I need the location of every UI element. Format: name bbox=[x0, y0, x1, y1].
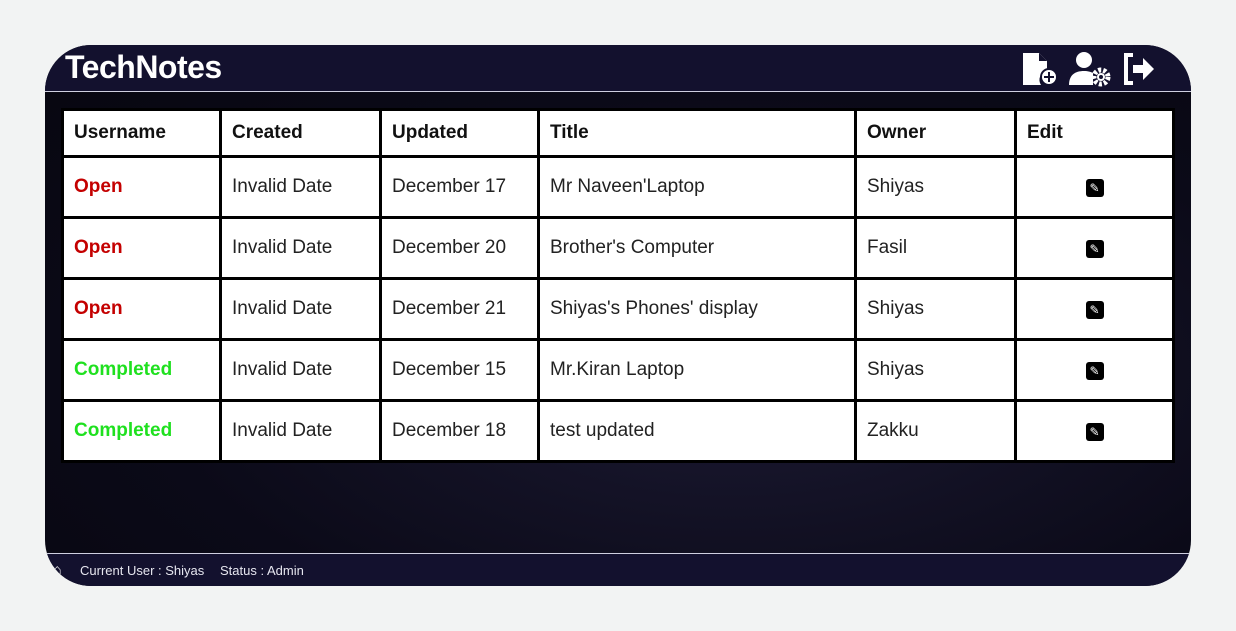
status-cell: Open bbox=[61, 155, 222, 219]
updated-cell: December 18 bbox=[379, 399, 540, 463]
table-row[interactable]: Open Invalid Date December 17 Mr Naveen'… bbox=[61, 155, 1175, 219]
app-window: TechNotes Username Created Updated Title… bbox=[45, 45, 1191, 586]
edit-icon[interactable]: ✎ bbox=[1085, 240, 1104, 258]
edit-cell: ✎ bbox=[1014, 155, 1175, 219]
updated-cell: December 20 bbox=[379, 216, 540, 280]
header: TechNotes bbox=[45, 45, 1191, 92]
edit-icon[interactable]: ✎ bbox=[1085, 362, 1104, 380]
edit-cell: ✎ bbox=[1014, 216, 1175, 280]
app-title[interactable]: TechNotes bbox=[65, 49, 222, 86]
user-settings-icon[interactable] bbox=[1069, 51, 1111, 87]
notes-table: Username Created Updated Title Owner Edi… bbox=[61, 108, 1175, 463]
table-row[interactable]: Open Invalid Date December 20 Brother's … bbox=[61, 216, 1175, 280]
updated-cell: December 21 bbox=[379, 277, 540, 341]
status-cell: Completed bbox=[61, 338, 222, 402]
logout-icon[interactable] bbox=[1121, 51, 1157, 87]
edit-cell: ✎ bbox=[1014, 338, 1175, 402]
status-cell: Completed bbox=[61, 399, 222, 463]
edit-cell: ✎ bbox=[1014, 399, 1175, 463]
created-cell: Invalid Date bbox=[219, 338, 382, 402]
column-header-updated: Updated bbox=[379, 108, 540, 158]
updated-cell: December 17 bbox=[379, 155, 540, 219]
created-cell: Invalid Date bbox=[219, 155, 382, 219]
created-cell: Invalid Date bbox=[219, 277, 382, 341]
user-status: Status : Admin bbox=[220, 563, 304, 578]
table-row[interactable]: Completed Invalid Date December 15 Mr.Ki… bbox=[61, 338, 1175, 402]
title-cell: Mr Naveen'Laptop bbox=[537, 155, 857, 219]
status-cell: Open bbox=[61, 277, 222, 341]
edit-cell: ✎ bbox=[1014, 277, 1175, 341]
owner-cell: Shiyas bbox=[854, 277, 1017, 341]
column-header-username: Username bbox=[61, 108, 222, 158]
footer: ⌂ Current User : Shiyas Status : Admin bbox=[45, 553, 1191, 586]
created-cell: Invalid Date bbox=[219, 216, 382, 280]
owner-cell: Shiyas bbox=[854, 155, 1017, 219]
column-header-title: Title bbox=[537, 108, 857, 158]
created-cell: Invalid Date bbox=[219, 399, 382, 463]
column-header-edit: Edit bbox=[1014, 108, 1175, 158]
column-header-created: Created bbox=[219, 108, 382, 158]
title-cell: Brother's Computer bbox=[537, 216, 857, 280]
owner-cell: Shiyas bbox=[854, 338, 1017, 402]
current-user: Current User : Shiyas bbox=[80, 563, 205, 578]
column-header-owner: Owner bbox=[854, 108, 1017, 158]
home-icon[interactable]: ⌂ bbox=[53, 561, 61, 577]
new-note-icon[interactable] bbox=[1021, 51, 1059, 87]
owner-cell: Zakku bbox=[854, 399, 1017, 463]
table-row[interactable]: Completed Invalid Date December 18 test … bbox=[61, 399, 1175, 463]
edit-icon[interactable]: ✎ bbox=[1085, 423, 1104, 441]
title-cell: Shiyas's Phones' display bbox=[537, 277, 857, 341]
title-cell: Mr.Kiran Laptop bbox=[537, 338, 857, 402]
owner-cell: Fasil bbox=[854, 216, 1017, 280]
updated-cell: December 15 bbox=[379, 338, 540, 402]
edit-icon[interactable]: ✎ bbox=[1085, 179, 1104, 197]
title-cell: test updated bbox=[537, 399, 857, 463]
status-cell: Open bbox=[61, 216, 222, 280]
edit-icon[interactable]: ✎ bbox=[1085, 301, 1104, 319]
table-row[interactable]: Open Invalid Date December 21 Shiyas's P… bbox=[61, 277, 1175, 341]
